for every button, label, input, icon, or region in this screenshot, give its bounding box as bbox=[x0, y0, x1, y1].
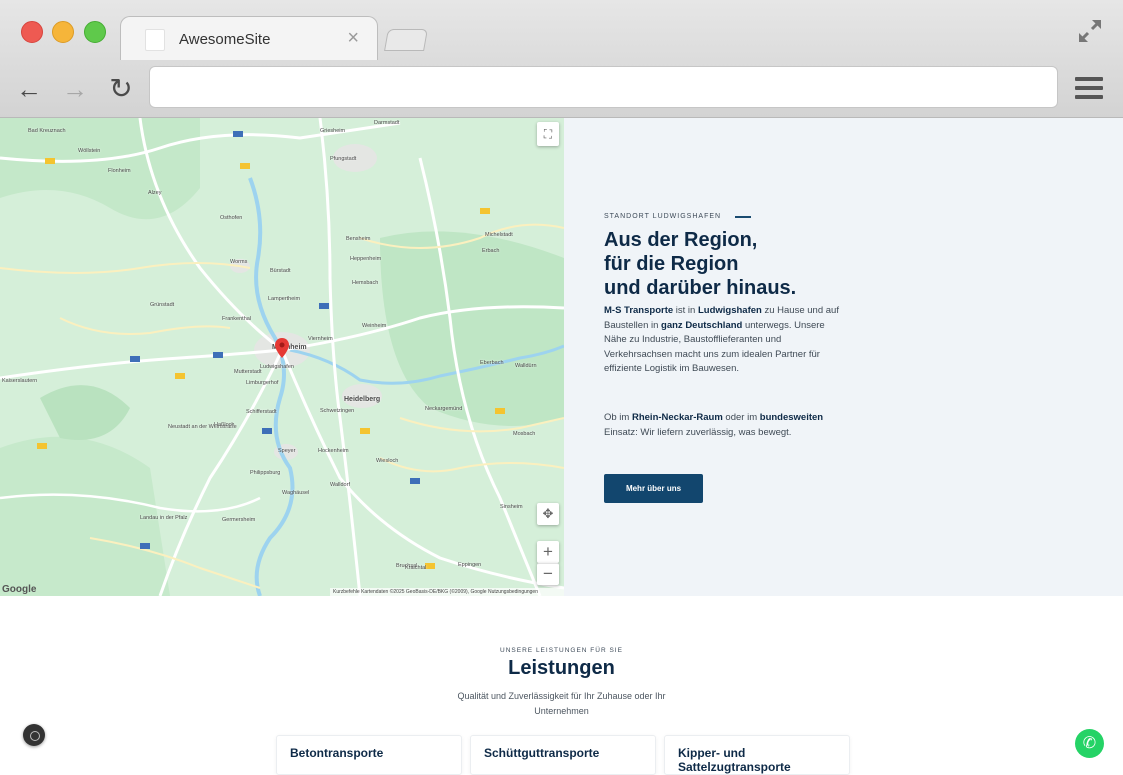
map-fullscreen-icon[interactable]: ⛶ bbox=[537, 122, 559, 146]
map-pan-icon[interactable]: ✥ bbox=[537, 503, 559, 525]
map-place-label: Eberbach bbox=[480, 360, 504, 366]
map-place-label: Ludwigshafen bbox=[260, 364, 294, 370]
service-card-schuettgut[interactable]: Schüttguttransporte bbox=[470, 735, 656, 775]
map-place-label: Weinheim bbox=[362, 323, 387, 329]
map-place-label: Kaiserslautern bbox=[2, 378, 38, 384]
map-place-label: Neckargemünd bbox=[425, 406, 463, 412]
about-us-button[interactable]: Mehr über uns bbox=[604, 474, 703, 503]
service-card-beton[interactable]: Betontransporte bbox=[276, 735, 462, 775]
browser-chrome: AwesomeSite × ← → ↻ bbox=[0, 0, 1123, 118]
service-card-title: Kipper- und Sattelzugtransporte bbox=[678, 746, 791, 774]
fullscreen-expand-icon[interactable] bbox=[1077, 18, 1103, 44]
map-place-label: Wiesloch bbox=[376, 458, 399, 464]
map-place-label: Waghäusel bbox=[282, 490, 310, 496]
embedded-map[interactable]: Bad Kreuznach Wöllstein Flonheim Alzey Ostho… bbox=[0, 118, 564, 596]
map-place-label: Walldürn bbox=[515, 363, 537, 369]
map-place-label: Bensheim bbox=[346, 236, 371, 242]
section-headline: Aus der Region, für die Region und darüb… bbox=[604, 228, 864, 300]
service-card-title: Schüttguttransporte bbox=[484, 746, 600, 760]
services-eyebrow: UNSERE LEISTUNGEN FÜR SIE bbox=[500, 647, 623, 654]
map-place-label: Kraichtal bbox=[405, 565, 427, 571]
map-place-label: Eppingen bbox=[458, 562, 482, 568]
hamburger-menu-icon[interactable] bbox=[1075, 77, 1103, 99]
address-bar[interactable] bbox=[149, 66, 1058, 108]
map-place-label: Hemsbach bbox=[352, 280, 379, 286]
map-place-label: Flonheim bbox=[108, 168, 131, 174]
map-place-label: Schwetzingen bbox=[320, 408, 355, 414]
map-place-label: Hockenheim bbox=[318, 448, 349, 454]
map-place-label: Haßloch bbox=[214, 422, 235, 428]
map-place-label: Heppenheim bbox=[350, 256, 382, 262]
forward-arrow-icon[interactable]: → bbox=[60, 74, 90, 104]
services-subtitle: Qualität und Zuverlässigkeit für Ihr Zuh… bbox=[457, 691, 666, 716]
cookie-settings-button[interactable] bbox=[23, 724, 45, 746]
new-tab-button[interactable] bbox=[384, 29, 428, 51]
map-place-label: Schifferstadt bbox=[246, 409, 277, 415]
map-place-label: Griesheim bbox=[320, 128, 346, 134]
region-highlight: ganz Deutschland bbox=[661, 319, 743, 331]
zoom-window-button[interactable] bbox=[84, 21, 106, 43]
reload-icon[interactable]: ↻ bbox=[106, 74, 136, 104]
map-place-label: Bad Kreuznach bbox=[28, 128, 66, 134]
service-card-title: Betontransporte bbox=[290, 746, 384, 760]
services-title: Leistungen bbox=[508, 657, 615, 679]
map-place-label: Germersheim bbox=[222, 517, 256, 523]
map-zoom-in-button[interactable]: + bbox=[537, 541, 559, 563]
map-place-label: Worms bbox=[230, 259, 248, 265]
map-place-label: Limburgerhof bbox=[246, 380, 279, 386]
close-window-button[interactable] bbox=[21, 21, 43, 43]
company-name: M-S Transporte bbox=[604, 305, 674, 316]
map-place-label: Bürstadt bbox=[270, 268, 291, 274]
map-place-label: Landau in der Pfalz bbox=[140, 515, 188, 521]
eyebrow-accent-bar bbox=[735, 216, 751, 218]
tab-title: AwesomeSite bbox=[179, 31, 271, 48]
map-place-label: Frankenthal bbox=[222, 316, 252, 322]
page-icon bbox=[145, 29, 165, 51]
map-place-label: Walldorf bbox=[330, 482, 350, 488]
section-eyebrow: STANDORT LUDWIGSHAFEN bbox=[604, 213, 722, 220]
nationwide-highlight: bundesweiten bbox=[759, 412, 824, 423]
service-area-paragraph: Ob im Rhein-Neckar-Raum oder im bundeswe… bbox=[604, 412, 824, 438]
map-place-label: Viernheim bbox=[308, 336, 333, 342]
map-place-label: Osthofen bbox=[220, 215, 243, 221]
map-place-label: Michelstadt bbox=[485, 232, 513, 238]
map-place-label: Philippsburg bbox=[250, 470, 281, 476]
map-place-label: Erbach bbox=[482, 248, 500, 254]
headline-line: und darüber hinaus. bbox=[604, 277, 797, 299]
map-place-label: Wöllstein bbox=[78, 148, 101, 154]
whatsapp-icon[interactable]: ✆ bbox=[1075, 729, 1104, 758]
map-place-label: Grünstadt bbox=[150, 302, 175, 308]
map-place-label: Heidelberg bbox=[344, 396, 381, 403]
headline-line: Aus der Region, bbox=[604, 229, 758, 251]
map-place-label: Darmstadt bbox=[374, 120, 400, 126]
headline-line: für die Region bbox=[604, 253, 739, 275]
service-card-kipper[interactable]: Kipper- und Sattelzugtransporte bbox=[664, 735, 850, 775]
map-attribution[interactable]: Kurzbefehle Kartendaten ©2025 GeoBasis-D… bbox=[330, 588, 564, 597]
map-place-label: Lampertheim bbox=[268, 296, 301, 302]
map-zoom-out-button[interactable]: − bbox=[537, 563, 559, 585]
city-highlight: Ludwigshafen bbox=[697, 305, 762, 316]
map-place-label: Sinsheim bbox=[500, 504, 523, 510]
map-place-label: Mosbach bbox=[513, 431, 536, 437]
map-place-label: Speyer bbox=[278, 448, 296, 454]
map-place-label: Mutterstadt bbox=[234, 369, 262, 375]
location-marker-icon[interactable] bbox=[275, 338, 289, 358]
browser-tab[interactable]: AwesomeSite × bbox=[120, 16, 378, 60]
back-arrow-icon[interactable]: ← bbox=[14, 74, 44, 104]
minimize-window-button[interactable] bbox=[52, 21, 74, 43]
intro-paragraph: M-S Transporte ist in Ludwigshafen zu Ha… bbox=[604, 305, 839, 374]
google-logo: Google bbox=[2, 584, 37, 595]
tab-close-icon[interactable]: × bbox=[347, 27, 359, 50]
map-place-label: Pfungstadt bbox=[330, 156, 357, 162]
region-highlight: Rhein-Neckar-Raum bbox=[631, 412, 723, 423]
map-place-label: Alzey bbox=[148, 190, 162, 196]
